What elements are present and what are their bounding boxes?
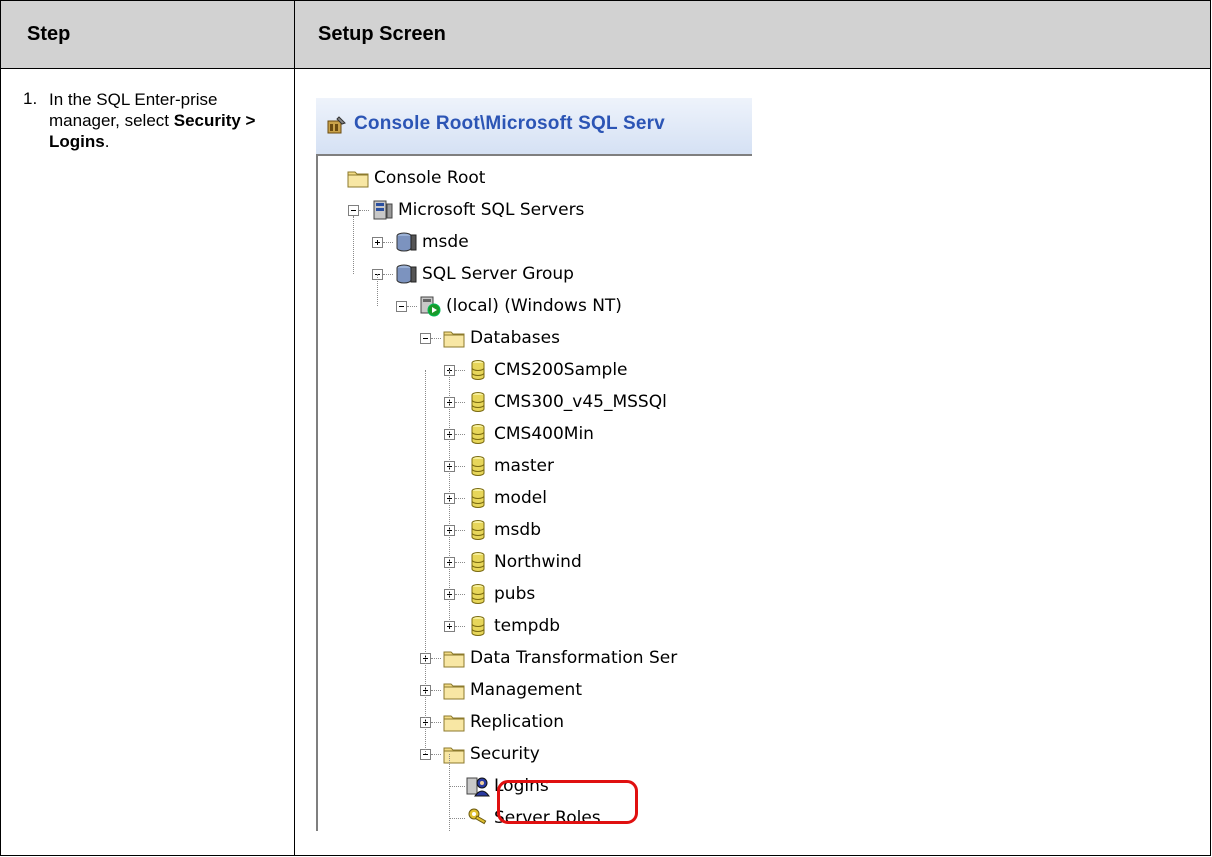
tree-connector [431, 338, 441, 339]
tree-connector [383, 274, 393, 275]
column-divider [294, 1, 295, 855]
database-icon [466, 358, 490, 382]
tree-connector [449, 818, 465, 819]
server-running-icon [418, 294, 442, 318]
tree-connector [431, 658, 441, 659]
database-icon [466, 486, 490, 510]
database-icon [466, 454, 490, 478]
keys-icon [466, 806, 490, 830]
database-icon [466, 614, 490, 638]
folder-icon [346, 166, 370, 190]
tree-connector [455, 402, 465, 403]
tree-guide-line [377, 274, 378, 306]
folder-icon [442, 742, 466, 766]
folder-icon [442, 646, 466, 670]
tree-node-label: Data Transformation Ser [470, 648, 678, 668]
tree-connector [449, 786, 465, 787]
tree-node-label: Security [470, 744, 540, 764]
console-root-icon [327, 116, 346, 134]
tree-node-label: model [494, 488, 547, 508]
tree-node-label: tempdb [494, 616, 561, 636]
tree-connector [455, 530, 465, 531]
tree-connector [455, 434, 465, 435]
database-icon [466, 518, 490, 542]
tree-node-label: pubs [494, 584, 536, 604]
tree-node-label: Replication [470, 712, 565, 732]
tree-node-label: CMS400Min [494, 424, 594, 444]
tree-connector [431, 690, 441, 691]
collapse-toggle[interactable] [420, 333, 431, 344]
logins-highlight-circle [497, 780, 638, 824]
tree-connector [455, 626, 465, 627]
console-title-bar: Console Root\Microsoft SQL Serv [316, 98, 752, 154]
header-step: Step [27, 23, 71, 45]
database-icon [466, 390, 490, 414]
sql-server-icon [394, 262, 418, 286]
table-header-row: Step Setup Screen [1, 1, 1210, 69]
tree-node-label: CMS200Sample [494, 360, 628, 380]
tree-connector [431, 722, 441, 723]
tree-connector [455, 370, 465, 371]
tree-node-label: master [494, 456, 554, 476]
step-text-bold-logins: Logins [49, 132, 105, 151]
tree-connector [383, 242, 393, 243]
database-icon [466, 422, 490, 446]
instruction-table: Step Setup Screen 1. In the SQL Enter-pr… [0, 0, 1211, 856]
console-tree: Console Root Microsoft SQL Servers msde SQL… [316, 154, 752, 831]
tree-connector [431, 754, 441, 755]
tree-connector [455, 562, 465, 563]
tree-node-label: SQL Server Group [422, 264, 574, 284]
tree-node-label: Management [470, 680, 582, 700]
server-group-icon [370, 198, 394, 222]
step-instruction: In the SQL Enter-prise manager, select S… [49, 89, 279, 152]
step-text-suffix: . [104, 132, 110, 151]
enterprise-manager-screenshot: Console Root\Microsoft SQL Serv Console … [316, 98, 752, 831]
tree-connector [455, 466, 465, 467]
expand-toggle[interactable] [372, 237, 383, 248]
folder-icon [442, 326, 466, 350]
tree-node-label: msdb [494, 520, 541, 540]
tree-node-label: msde [422, 232, 469, 252]
tree-guide-line [449, 370, 450, 626]
folder-icon [442, 710, 466, 734]
sql-server-icon [394, 230, 418, 254]
tree-node-label: Databases [470, 328, 560, 348]
tree-connector [455, 594, 465, 595]
tree-node-label: Microsoft SQL Servers [398, 200, 585, 220]
step-text-bold-security: Security > [173, 111, 256, 130]
collapse-toggle[interactable] [348, 205, 359, 216]
step-number: 1. [23, 89, 38, 108]
header-setup-screen: Setup Screen [318, 23, 446, 45]
tree-node-label: Northwind [494, 552, 582, 572]
tree-node-label: Console Root [374, 168, 486, 188]
console-title: Console Root\Microsoft SQL Serv [354, 113, 665, 134]
tree-guide-line [449, 754, 450, 831]
database-icon [466, 550, 490, 574]
tree-node-label: CMS300_v45_MSSQl [494, 392, 667, 412]
tree-guide-line [425, 370, 426, 754]
logins-icon [466, 774, 490, 798]
tree-node-label: (local) (Windows NT) [446, 296, 622, 316]
tree-connector [359, 210, 369, 211]
collapse-toggle[interactable] [396, 301, 407, 312]
tree-guide-line [353, 216, 354, 274]
folder-icon [442, 678, 466, 702]
tree-connector [455, 498, 465, 499]
tree-connector [407, 306, 417, 307]
database-icon [466, 582, 490, 606]
